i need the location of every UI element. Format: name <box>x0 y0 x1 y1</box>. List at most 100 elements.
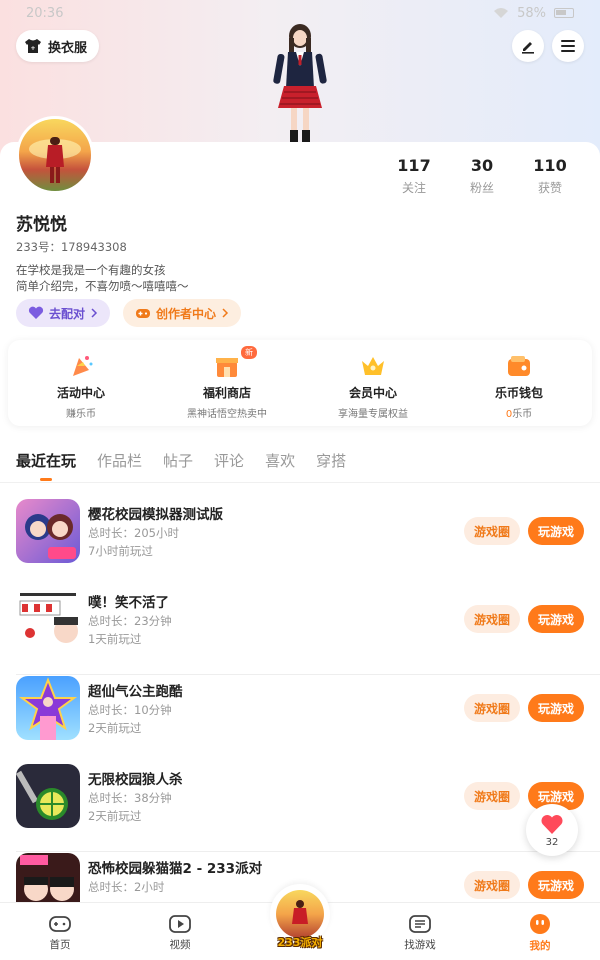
game-thumbnail[interactable] <box>16 499 80 563</box>
game-duration: 总时长：2小时 <box>88 880 165 894</box>
bio-line: 简单介绍完，不喜勿喷～嘻嘻嘻～ <box>16 279 189 293</box>
tab-outfits[interactable]: 穿搭 <box>316 450 346 471</box>
bio-line: 在学校是我是一个有趣的女孩 <box>16 263 166 277</box>
list-item[interactable]: 樱花校园模拟器测试版 总时长：205小时 7小时前玩过 游戏圈 玩游戏 <box>16 499 584 587</box>
party-center-image[interactable] <box>276 890 324 938</box>
activity-center-entry[interactable]: 活动中心 赚乐币 <box>8 340 154 426</box>
pair-button[interactable]: 去配对 <box>16 299 111 327</box>
list-item[interactable]: 无限校园狼人杀 总时长：38分钟 2天前玩过 游戏圈 玩游戏 <box>16 764 600 852</box>
game-title: 恐怖校园躲猫猫2 - 233派对 <box>88 861 263 877</box>
list-item[interactable]: 噗！笑不活了 总时长：23分钟 1天前玩过 游戏圈 玩游戏 <box>16 587 600 675</box>
nav-home-label: 首页 <box>49 938 71 951</box>
game-title: 超仙气公主跑酷 <box>88 684 183 700</box>
services-panel: 活动中心 赚乐币 新 福利商店 黑神话悟空热卖中 会员中心 享海量专属权益 乐币… <box>8 340 592 426</box>
nav-home[interactable]: 首页 <box>0 903 120 960</box>
profile-name: 苏悦悦 <box>16 215 67 235</box>
chevron-right-icon <box>91 308 98 318</box>
game-last-played: 7小时前玩过 <box>88 544 153 558</box>
face-icon <box>530 913 550 934</box>
profile-uid[interactable]: 233号：178943308 <box>16 239 127 255</box>
member-center-entry[interactable]: 会员中心 享海量专属权益 <box>300 340 446 426</box>
wallet-icon <box>508 356 530 376</box>
wallet-entry[interactable]: 乐币钱包 0乐币 <box>446 340 592 426</box>
shop-icon <box>216 358 238 377</box>
game-thumbnail-art <box>25 514 76 559</box>
creator-center-button[interactable]: 创作者中心 <box>123 299 242 327</box>
game-circle-button[interactable]: 游戏圈 <box>464 871 520 899</box>
divider <box>0 482 600 483</box>
nav-find-games[interactable]: 找游戏 <box>360 903 480 960</box>
game-thumbnail[interactable] <box>16 587 80 651</box>
activity-center-sub: 赚乐币 <box>66 409 96 420</box>
game-duration: 总时长：23分钟 <box>88 614 172 628</box>
game-circle-button[interactable]: 游戏圈 <box>464 694 520 722</box>
likes-count: 110 <box>533 156 567 175</box>
game-last-played: 2天前玩过 <box>88 809 142 823</box>
welfare-shop-sub: 黑神话悟空热卖中 <box>187 409 267 420</box>
party-center-label[interactable]: 233派对 <box>272 934 328 950</box>
tab-posts[interactable]: 帖子 <box>163 450 193 471</box>
nav-me[interactable]: 我的 <box>480 903 600 960</box>
game-duration: 总时长：205小时 <box>88 526 179 540</box>
creator-center-label: 创作者中心 <box>156 306 217 321</box>
list-item[interactable]: 超仙气公主跑酷 总时长：10分钟 2天前玩过 游戏圈 玩游戏 <box>16 676 584 764</box>
game-title: 樱花校园模拟器测试版 <box>88 507 223 523</box>
heart-icon <box>541 814 563 834</box>
nav-video[interactable]: 视频 <box>120 903 240 960</box>
game-thumbnail-art <box>18 677 78 740</box>
game-thumbnail[interactable] <box>16 676 80 740</box>
gamepad-icon <box>49 915 71 932</box>
play-game-button[interactable]: 玩游戏 <box>528 517 584 545</box>
welfare-shop-title: 福利商店 <box>202 386 251 400</box>
welfare-shop-entry[interactable]: 新 福利商店 黑神话悟空热卖中 <box>154 340 300 426</box>
nav-find-games-label: 找游戏 <box>404 938 436 951</box>
avatar[interactable] <box>16 116 94 194</box>
crown-icon <box>362 357 384 375</box>
list-icon <box>409 914 431 933</box>
chevron-right-icon <box>222 308 229 318</box>
play-game-button[interactable]: 玩游戏 <box>528 605 584 633</box>
edit-profile-button[interactable] <box>512 30 544 62</box>
game-circle-button[interactable]: 游戏圈 <box>464 782 520 810</box>
game-last-played: 1天前玩过 <box>88 632 142 646</box>
game-thumbnail-art <box>16 770 68 820</box>
play-game-button[interactable]: 玩游戏 <box>528 694 584 722</box>
wifi-icon <box>494 8 509 18</box>
party-icon <box>73 356 93 376</box>
divider <box>16 851 600 852</box>
game-circle-button[interactable]: 游戏圈 <box>464 517 520 545</box>
activity-center-title: 活动中心 <box>56 386 105 400</box>
following-stat[interactable]: 117 关注 <box>380 156 448 196</box>
avatar-3d-figure[interactable] <box>262 22 338 144</box>
change-outfit-button[interactable]: + 换衣服 <box>16 30 100 62</box>
nav-video-label: 视频 <box>169 938 191 951</box>
game-duration: 总时长：10分钟 <box>88 703 172 717</box>
avatar-image <box>29 137 81 183</box>
likes-stat[interactable]: 110 获赞 <box>516 156 584 196</box>
menu-button[interactable] <box>552 30 584 62</box>
pair-label: 去配对 <box>49 306 86 321</box>
like-count: 32 <box>545 836 559 848</box>
heart-pair-icon <box>28 306 44 319</box>
game-last-played: 2天前玩过 <box>88 721 142 735</box>
following-count: 117 <box>397 156 431 175</box>
tab-recent-played[interactable]: 最近在玩 <box>16 450 76 481</box>
status-time: 20:36 <box>26 5 64 21</box>
followers-stat[interactable]: 30 粉丝 <box>448 156 516 196</box>
play-game-button[interactable]: 玩游戏 <box>528 871 584 899</box>
tab-works[interactable]: 作品栏 <box>97 450 142 471</box>
hamburger-menu-icon <box>561 40 575 52</box>
change-outfit-label: 换衣服 <box>48 40 88 56</box>
tab-comments[interactable]: 评论 <box>214 450 244 471</box>
content-tabs: 最近在玩 作品栏 帖子 评论 喜欢 穿搭 <box>16 450 346 481</box>
party-center-art <box>292 900 308 924</box>
game-thumbnail-art <box>19 593 78 643</box>
game-circle-button[interactable]: 游戏圈 <box>464 605 520 633</box>
wallet-sub: 0乐币 <box>506 405 532 420</box>
like-floating-button[interactable]: 32 <box>526 804 578 856</box>
profile-stats: 117 关注 30 粉丝 110 获赞 <box>380 156 584 196</box>
followers-count: 30 <box>470 156 494 175</box>
game-thumbnail[interactable] <box>16 764 80 828</box>
wallet-title: 乐币钱包 <box>494 386 543 400</box>
tab-likes[interactable]: 喜欢 <box>265 450 295 471</box>
